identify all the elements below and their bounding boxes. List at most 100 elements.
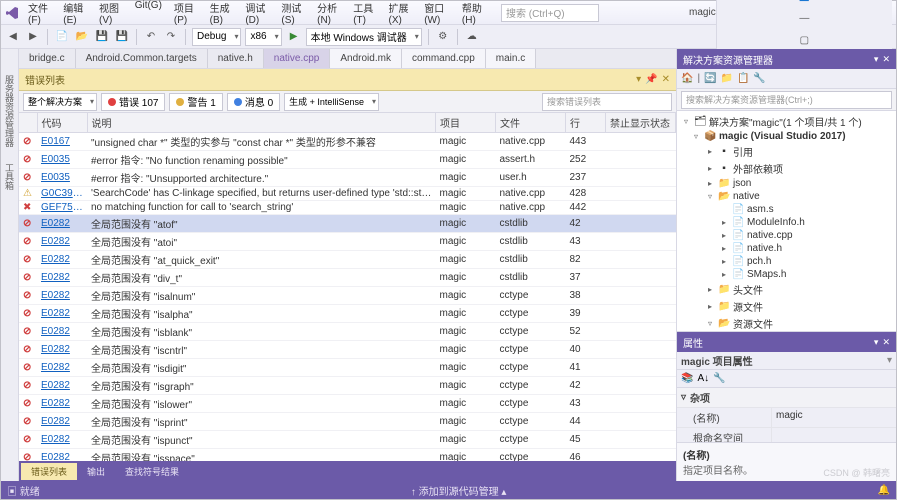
undo-icon[interactable]: ↶: [143, 29, 159, 45]
external-deps-node[interactable]: ▸▪外部依赖项: [681, 160, 892, 177]
menu-item[interactable]: 文件(F): [23, 0, 56, 28]
menu-item[interactable]: Git(G): [130, 0, 167, 28]
error-row[interactable]: ⊘E0282全局范围没有 "isblank"magiccctype52: [19, 323, 676, 341]
status-bell-icon[interactable]: 🔔: [878, 485, 890, 496]
config-combo[interactable]: Debug: [192, 28, 241, 46]
warnings-pill[interactable]: 警告 1: [169, 93, 222, 111]
tab-error-list[interactable]: 错误列表: [21, 463, 77, 480]
solution-node[interactable]: ▿🗂解决方案"magic"(1 个项目/共 1 个): [681, 113, 892, 130]
close-icon[interactable]: ✕: [882, 337, 890, 348]
error-row[interactable]: ⊘E0282全局范围没有 "isgraph"magiccctype42: [19, 377, 676, 395]
categorize-icon[interactable]: 📚: [681, 373, 693, 384]
menu-item[interactable]: 扩展(X): [384, 0, 418, 28]
scope-combo[interactable]: 整个解决方案: [23, 93, 97, 111]
tab-find-symbols[interactable]: 查找符号结果: [115, 463, 189, 480]
pin-icon[interactable]: 📌: [645, 74, 657, 85]
build-intellisense-combo[interactable]: 生成 + IntelliSense: [284, 93, 379, 111]
error-row[interactable]: ⊘E0282全局范围没有 "atoi"magiccstdlib43: [19, 233, 676, 251]
error-table[interactable]: 代码 说明 项目 文件 行 禁止显示状态 ⊘E0167"unsigned cha…: [19, 113, 676, 461]
file-nativecpp[interactable]: ▸📄native.cpp: [681, 229, 892, 242]
refs-node[interactable]: ▸▪引用: [681, 143, 892, 160]
open-icon[interactable]: 📂: [74, 29, 90, 45]
collapse-icon[interactable]: 📁: [721, 73, 733, 84]
global-search[interactable]: 搜索 (Ctrl+Q): [501, 4, 599, 22]
dropdown-icon[interactable]: ▾: [636, 74, 641, 85]
folder-sources[interactable]: ▸📁源文件: [681, 298, 892, 315]
prop-name[interactable]: (名称)magic: [677, 408, 896, 428]
col-code[interactable]: 代码: [37, 113, 87, 133]
minimize-button[interactable]: —: [789, 11, 819, 27]
collapse-icon[interactable]: ▿: [681, 392, 686, 403]
save-all-icon[interactable]: 💾: [114, 29, 130, 45]
error-row[interactable]: ⊘E0282全局范围没有 "iscntrl"magiccctype40: [19, 341, 676, 359]
prop-namespace[interactable]: 根命名空间: [677, 428, 896, 442]
error-row[interactable]: ⊘E0282全局范围没有 "at_quick_exit"magiccstdlib…: [19, 251, 676, 269]
error-row[interactable]: ⊘E0282全局范围没有 "atof"magiccstdlib42: [19, 215, 676, 233]
file-pchh[interactable]: ▸📄pch.h: [681, 255, 892, 268]
error-row[interactable]: ⊘E0282全局范围没有 "isalpha"magiccctype39: [19, 305, 676, 323]
error-row[interactable]: ⊘E0282全局范围没有 "isprint"magiccctype44: [19, 413, 676, 431]
maximize-button[interactable]: ▢: [789, 33, 819, 49]
solution-tree[interactable]: ▿🗂解决方案"magic"(1 个项目/共 1 个) ▿📦magic (Visu…: [677, 111, 896, 331]
file-asm[interactable]: 📄asm.s: [681, 203, 892, 216]
error-row[interactable]: ⊘E0167"unsigned char *" 类型的实参与 "const ch…: [19, 133, 676, 151]
run-target[interactable]: 本地 Windows 调试器: [306, 28, 422, 46]
folder-headers[interactable]: ▸📁头文件: [681, 281, 892, 298]
toolbox-tab[interactable]: 工具箱: [3, 157, 16, 196]
folder-native[interactable]: ▿📂native: [681, 190, 892, 203]
file-smapsh[interactable]: ▸📄SMaps.h: [681, 268, 892, 281]
menu-item[interactable]: 视图(V): [94, 0, 128, 28]
nav-back-icon[interactable]: ◀: [5, 29, 21, 45]
error-row[interactable]: ⚠G0C3942'SearchCode' has C-linkage speci…: [19, 187, 676, 201]
alpha-sort-icon[interactable]: A↓: [697, 373, 709, 384]
run-icon[interactable]: ▶: [286, 29, 302, 45]
dropdown-icon[interactable]: ▾: [874, 54, 879, 65]
file-nativeh[interactable]: ▸📄native.h: [681, 242, 892, 255]
refresh-icon[interactable]: 🔄: [704, 73, 716, 84]
home-icon[interactable]: 🏠: [681, 73, 693, 84]
close-icon[interactable]: ✕: [882, 54, 890, 65]
tab-output[interactable]: 输出: [77, 463, 115, 480]
doc-tab[interactable]: native.h: [208, 49, 264, 68]
menu-item[interactable]: 测试(S): [276, 0, 310, 28]
doc-tab[interactable]: Android.Common.targets: [76, 49, 208, 68]
misc-icon[interactable]: ⚙: [435, 29, 451, 45]
menu-item[interactable]: 项目(P): [169, 0, 203, 28]
status-scm[interactable]: ↑ 添加到源代码管理 ▴: [411, 483, 507, 498]
new-icon[interactable]: 📄: [54, 29, 70, 45]
error-search[interactable]: 搜索错误列表: [542, 93, 672, 111]
error-row[interactable]: ⊘E0035#error 指令: "Unsupported architectu…: [19, 169, 676, 187]
error-row[interactable]: ⊘E0035#error 指令: "No function renaming p…: [19, 151, 676, 169]
menu-item[interactable]: 窗口(W): [419, 0, 455, 28]
doc-tab[interactable]: command.cpp: [402, 49, 486, 68]
solution-search[interactable]: 搜索解决方案资源管理器(Ctrl+;): [681, 91, 892, 109]
menu-item[interactable]: 分析(N): [312, 0, 346, 28]
file-moduleinfo[interactable]: ▸📄ModuleInfo.h: [681, 216, 892, 229]
close-panel-icon[interactable]: ✕: [662, 74, 670, 85]
error-row[interactable]: ⊘E0282全局范围没有 "ispunct"magiccctype45: [19, 431, 676, 449]
menu-item[interactable]: 生成(B): [205, 0, 239, 28]
error-row[interactable]: ⊘E0282全局范围没有 "islower"magiccctype43: [19, 395, 676, 413]
dropdown-icon[interactable]: ▾: [874, 337, 879, 348]
col-icon[interactable]: [19, 113, 37, 133]
menu-item[interactable]: 编辑(E): [58, 0, 92, 28]
folder-json[interactable]: ▸📁json: [681, 177, 892, 190]
redo-icon[interactable]: ↷: [163, 29, 179, 45]
platform-combo[interactable]: x86: [245, 28, 281, 46]
wrench-icon[interactable]: 🔧: [713, 373, 725, 384]
doc-tab[interactable]: main.c: [486, 49, 536, 68]
messages-pill[interactable]: 消息 0: [227, 93, 280, 111]
doc-tab[interactable]: native.cpp: [264, 49, 331, 68]
col-file[interactable]: 文件: [496, 113, 566, 133]
doc-tab[interactable]: bridge.c: [19, 49, 76, 68]
errors-pill[interactable]: 错误 107: [101, 93, 165, 111]
col-line[interactable]: 行: [566, 113, 606, 133]
error-row[interactable]: ⊘E0282全局范围没有 "isdigit"magiccctype41: [19, 359, 676, 377]
col-proj[interactable]: 项目: [436, 113, 496, 133]
error-row[interactable]: ⊘E0282全局范围没有 "isalnum"magiccctype38: [19, 287, 676, 305]
doc-tab[interactable]: Android.mk: [330, 49, 402, 68]
menu-item[interactable]: 调试(D): [240, 0, 274, 28]
menu-item[interactable]: 工具(T): [348, 0, 381, 28]
error-row[interactable]: ✖GEF7555no matching function for call to…: [19, 201, 676, 215]
col-suppress[interactable]: 禁止显示状态: [606, 113, 676, 133]
